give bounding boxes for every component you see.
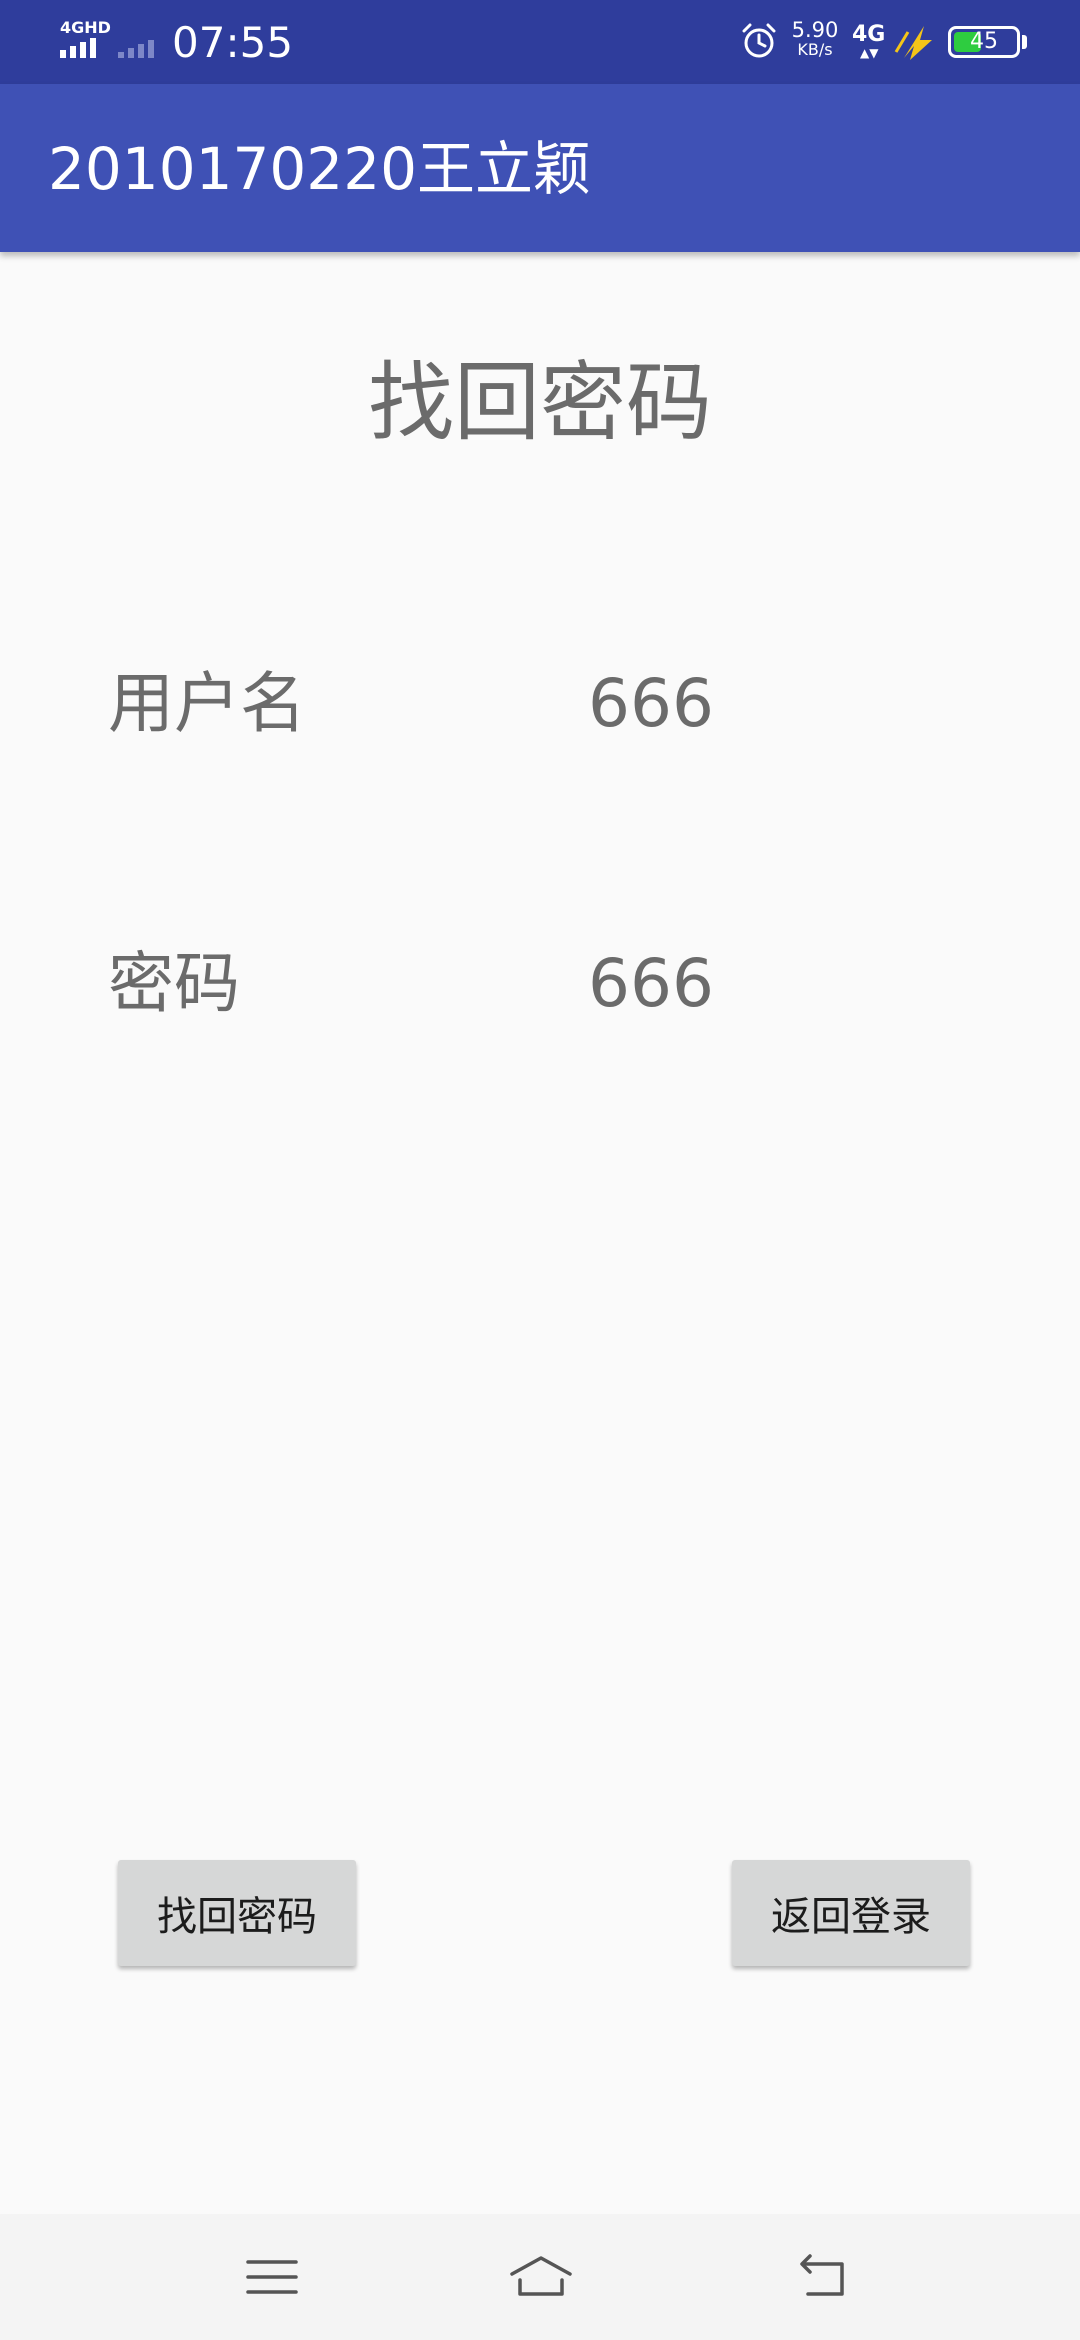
app-bar: 2010170220王立颖 [0, 84, 1080, 252]
home-icon[interactable] [506, 2250, 576, 2304]
battery-icon: 45 [948, 26, 1020, 58]
network-speed-value: 5.90 [791, 18, 839, 42]
password-label: 密码 [108, 945, 240, 1022]
navigation-bar [0, 2214, 1080, 2340]
charging-icon [894, 26, 932, 60]
back-icon[interactable] [794, 2250, 854, 2304]
data-activity-icon: ▲▼ [860, 46, 879, 60]
username-label: 用户名 [108, 665, 306, 742]
username-value: 666 [588, 665, 714, 742]
network-type-label: 4GHD [60, 18, 111, 37]
network-speed-unit: KB/s [797, 40, 833, 59]
status-bar: 4GHD 07:55 5.90 KB/s 4G ▲▼ 45 [0, 0, 1080, 84]
clock-time: 07:55 [172, 18, 294, 67]
find-password-button[interactable]: 找回密码 [118, 1860, 356, 1966]
page-heading: 找回密码 [368, 353, 712, 453]
back-to-login-button[interactable]: 返回登录 [732, 1860, 970, 1966]
alarm-icon [742, 23, 776, 58]
battery-tip [1022, 35, 1027, 49]
data-network-label: 4G [852, 22, 886, 47]
network-speed: 5.90 KB/s [790, 20, 840, 60]
signal-icon [60, 38, 96, 58]
password-value: 666 [588, 945, 714, 1022]
secondary-signal-icon [118, 40, 154, 58]
battery-level-text: 45 [970, 29, 998, 54]
menu-icon[interactable] [242, 2250, 302, 2304]
app-title: 2010170220王立颖 [48, 135, 592, 203]
